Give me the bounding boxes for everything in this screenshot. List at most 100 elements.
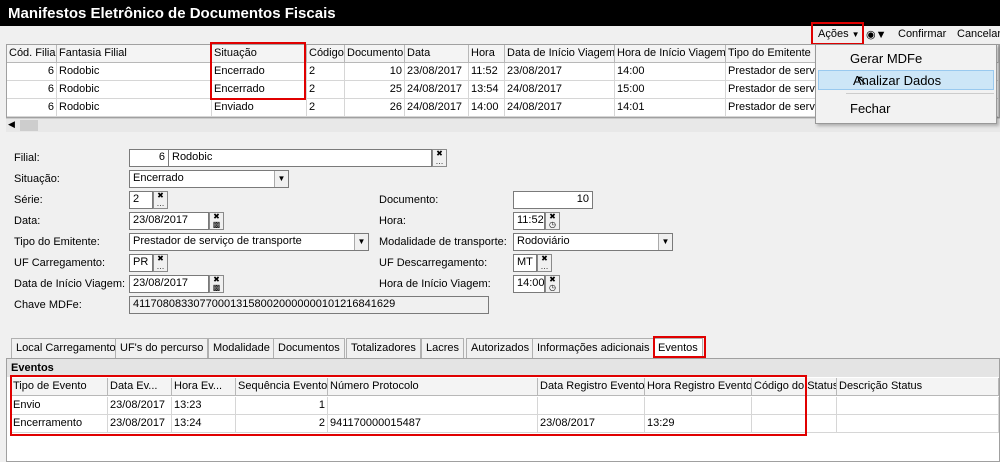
cell-fantasia: Rodobic [57,99,212,117]
chave-field[interactable]: 4117080833077000131580020000000101216841… [129,296,489,314]
calendar-icon[interactable]: ✖ ▩ [209,275,224,293]
cell-data-inicio: 24/08/2017 [505,81,615,99]
col-hora[interactable]: Hora [469,45,505,63]
cell-codigo: 2 [307,99,345,117]
menu-divider [846,93,994,94]
tab-local-carregamento[interactable]: Local Carregamento [11,338,121,358]
tab-lacres[interactable]: Lacres [421,338,465,358]
tipo-emitente-value: Prestador de serviço de transporte [133,235,302,247]
chevron-down-icon[interactable]: ▼ [658,234,672,250]
data-inicio-label: Data de Início Viagem: [14,278,126,290]
eye-icon[interactable]: ◉▼ [866,28,887,41]
cell-descricao-status [837,397,999,415]
uf-carregamento-lookup-button[interactable]: ✖… [153,254,168,272]
data-label: Data: [14,215,41,227]
cell-hora-inicio: 15:00 [615,81,726,99]
cell-hora-evento: 13:23 [172,397,236,415]
tab-informacoes-adicionais[interactable]: Informações adicionais [532,338,655,358]
col-data-registro-evento[interactable]: Data Registro Evento [538,378,645,396]
tab-totalizadores[interactable]: Totalizadores [346,338,421,358]
col-codigo[interactable]: Código [307,45,345,63]
confirmar-button[interactable]: Confirmar [898,28,946,40]
data-field[interactable]: 23/08/2017 [129,212,209,230]
filial-name-field[interactable]: Rodobic [168,149,432,167]
tab-documentos[interactable]: Documentos [273,338,345,358]
chevron-down-icon[interactable]: ▼ [274,171,288,187]
col-descricao-status[interactable]: Descrição Status [837,378,999,396]
col-data-inicio-viagem[interactable]: Data de Início Viagem [505,45,615,63]
col-hora-registro-evento[interactable]: Hora Registro Evento [645,378,752,396]
hora-inicio-field[interactable]: 14:00 [513,275,545,293]
cancelar-button[interactable]: Cancelar [957,28,1000,40]
chave-label: Chave MDFe: [14,299,82,311]
calendar-icon[interactable]: ✖ ▩ [209,212,224,230]
cell-hora-registro: 13:29 [645,415,752,433]
cell-situacao: Encerrado [212,81,307,99]
tab-ufs-percurso[interactable]: UF's do percurso [115,338,209,358]
tab-eventos[interactable]: Eventos [653,338,703,358]
cell-hora-evento: 13:24 [172,415,236,433]
acoes-button[interactable]: Ações ▼ [818,28,860,40]
col-cod-filial[interactable]: Cód. Filial [7,45,57,63]
col-codigo-status[interactable]: Código do Status [752,378,837,396]
filial-lookup-button[interactable]: ✖… [432,149,447,167]
col-fantasia-filial[interactable]: Fantasia Filial [57,45,212,63]
cell-codigo: 2 [307,81,345,99]
chevron-down-icon[interactable]: ▼ [354,234,368,250]
serie-field[interactable]: 2 [129,191,153,209]
cell-hora: 11:52 [469,63,505,81]
cell-hora-registro [645,397,752,415]
tipo-emitente-select[interactable]: Prestador de serviço de transporte ▼ [129,233,369,251]
menu-item-fechar[interactable]: Fechar [816,99,996,119]
cell-cod-filial: 6 [7,63,57,81]
cell-hora: 14:00 [469,99,505,117]
window-title: Manifestos Eletrônico de Documentos Fisc… [0,0,1000,26]
scroll-left-icon[interactable]: ◀ [8,119,15,130]
situacao-label: Situação: [14,173,60,185]
cell-fantasia: Rodobic [57,81,212,99]
filial-label: Filial: [14,152,40,164]
clock-icon[interactable]: ✖ ◷ [545,212,560,230]
cell-hora-inicio: 14:00 [615,63,726,81]
filial-code-field[interactable]: 6 [129,149,169,167]
clock-icon[interactable]: ✖ ◷ [545,275,560,293]
tab-autorizados[interactable]: Autorizados [466,338,535,358]
hora-inicio-label: Hora de Início Viagem: [379,278,491,290]
col-situacao[interactable]: Situação [212,45,307,63]
uf-descarregamento-field[interactable]: MT [513,254,537,272]
serie-lookup-button[interactable]: ✖… [153,191,168,209]
col-numero-protocolo[interactable]: Número Protocolo [328,378,538,396]
uf-descarregamento-lookup-button[interactable]: ✖… [537,254,552,272]
eventos-title: Eventos [7,359,999,377]
cell-sequencia: 2 [236,415,328,433]
uf-carregamento-field[interactable]: PR [129,254,153,272]
tab-modalidade[interactable]: Modalidade [208,338,275,358]
hora-label: Hora: [379,215,406,227]
cell-cod-filial: 6 [7,81,57,99]
cell-data-registro: 23/08/2017 [538,415,645,433]
cell-tipo-evento: Envio [11,397,108,415]
col-data-evento[interactable]: Data Ev... [108,378,172,396]
cell-data: 24/08/2017 [405,99,469,117]
situacao-value: Encerrado [133,172,184,184]
cell-protocolo: 941170000015487 [328,415,538,433]
scroll-thumb[interactable] [20,120,38,131]
menu-item-gerar-mdfe[interactable]: Gerar MDFe [816,49,996,69]
modalidade-label: Modalidade de transporte: [379,236,507,248]
cell-data-evento: 23/08/2017 [108,397,172,415]
col-hora-inicio-viagem[interactable]: Hora de Início Viagem [615,45,726,63]
col-documento[interactable]: Documento [345,45,405,63]
situacao-select[interactable]: Encerrado ▼ [129,170,289,188]
modalidade-select[interactable]: Rodoviário ▼ [513,233,673,251]
documento-field[interactable]: 10 [513,191,593,209]
menu-item-analizar-dados[interactable]: Analizar Dados [818,70,994,90]
col-hora-evento[interactable]: Hora Ev... [172,378,236,396]
uf-descarregamento-label: UF Descarregamento: [379,257,488,269]
hora-field[interactable]: 11:52 [513,212,545,230]
col-data[interactable]: Data [405,45,469,63]
cell-fantasia: Rodobic [57,63,212,81]
col-tipo-evento[interactable]: Tipo de Evento [11,378,108,396]
data-inicio-field[interactable]: 23/08/2017 [129,275,209,293]
col-sequencia-evento[interactable]: Sequência Evento [236,378,328,396]
cell-documento: 26 [345,99,405,117]
